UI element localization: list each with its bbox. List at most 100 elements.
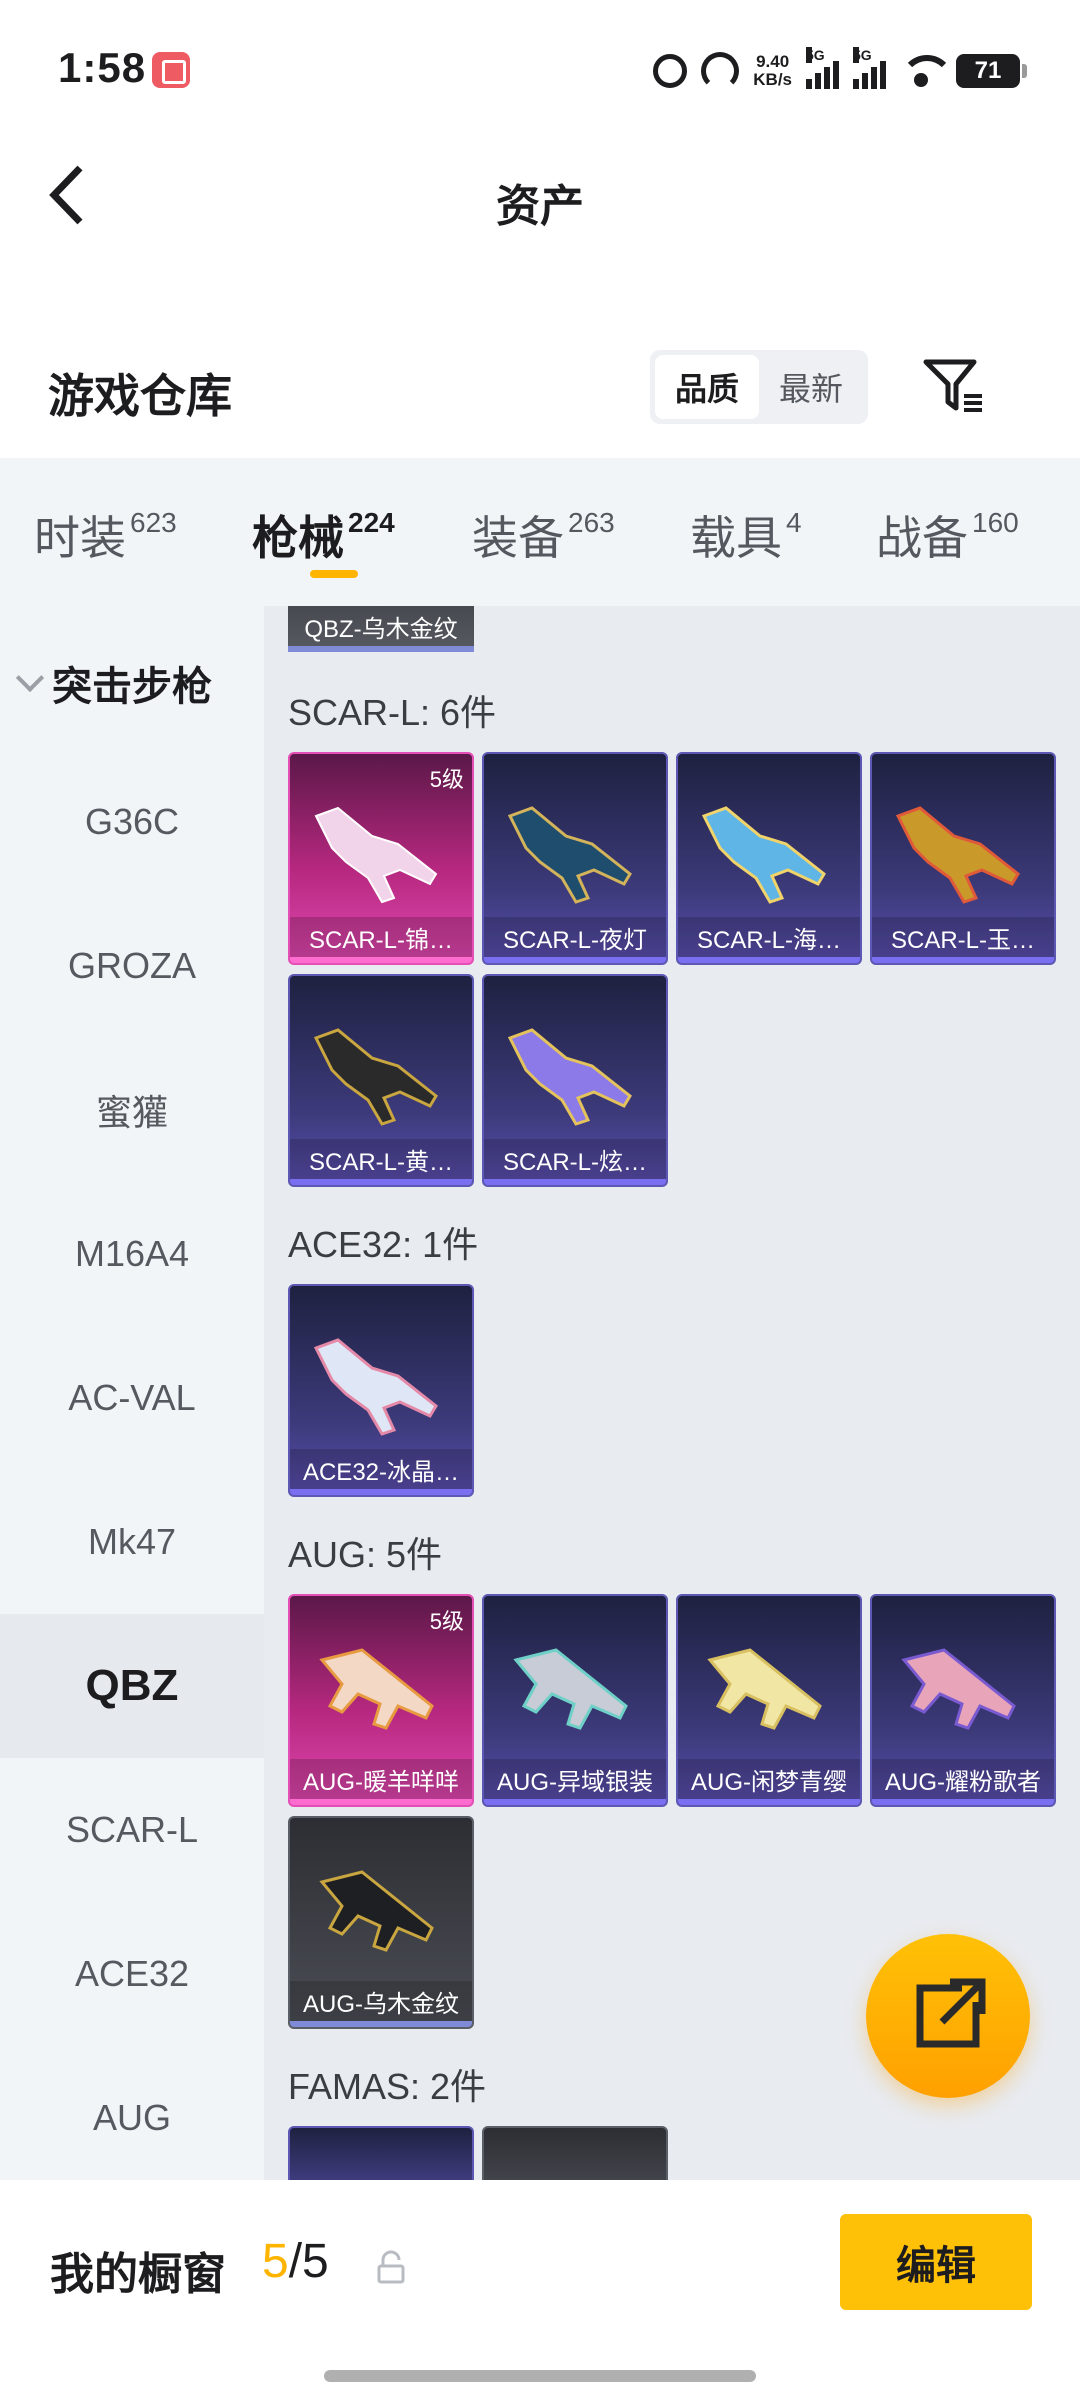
- weapon-name: SCAR-L-黄…: [290, 1139, 472, 1179]
- group-label-ace32: ACE32: 1件: [288, 1224, 479, 1265]
- status-icons: 9.40 KB/s 5G 5G 71: [653, 46, 1027, 96]
- share-icon: [916, 1978, 986, 2048]
- weapon-card[interactable]: AUG-闲梦青缨: [676, 1594, 862, 1807]
- weapon-card[interactable]: 5级 SCAR-L-锦…: [288, 752, 474, 965]
- filter-icon[interactable]: [922, 356, 986, 416]
- bullpup-rifle-icon: [901, 1648, 1016, 1730]
- weapon-name: AUG-乌木金纹: [290, 1981, 472, 2021]
- rarity-bar: [290, 1489, 472, 1495]
- category-tabs: 时装 623 枪械 224 装备 263 载具 4 战备 160: [0, 458, 1080, 606]
- weapon-card[interactable]: 5级 AUG-暖羊咩咩: [288, 1594, 474, 1807]
- sidebar-category[interactable]: 突击步枪: [15, 654, 212, 712]
- sidebar-item-honey-badger[interactable]: 蜜獾: [0, 1038, 264, 1182]
- weapon-card[interactable]: AUG-耀粉歌者: [870, 1594, 1056, 1807]
- tab-label: 载具: [690, 512, 782, 564]
- rarity-bar: [484, 1179, 666, 1185]
- app-notification-icon: [152, 52, 190, 88]
- showcase-count-total: 5: [302, 2235, 329, 2288]
- sort-quality-button[interactable]: 品质: [655, 355, 759, 419]
- weapon-card[interactable]: SCAR-L-玉…: [870, 752, 1056, 965]
- showcase-label: 我的橱窗: [50, 2250, 226, 2299]
- weapon-name: ACE32-冰晶…: [290, 1449, 472, 1489]
- edit-button[interactable]: 编辑: [840, 2214, 1032, 2310]
- weapon-card[interactable]: AUG-乌木金纹: [288, 1816, 474, 2029]
- sidebar-item-m16a4[interactable]: M16A4: [0, 1182, 264, 1326]
- status-time: 1:58: [58, 44, 147, 91]
- speed-unit: KB/s: [753, 70, 792, 89]
- weapon-name: SCAR-L-锦…: [290, 917, 472, 957]
- sidebar-item-ace32[interactable]: ACE32: [0, 1902, 264, 2046]
- active-tab-indicator: [310, 570, 358, 578]
- weapon-name: AUG-异域银装: [484, 1759, 666, 1799]
- tab-label: 时装: [34, 512, 126, 564]
- weapon-card[interactable]: [482, 2126, 668, 2180]
- rarity-bar: [484, 957, 666, 963]
- tab-label: 装备: [472, 512, 564, 564]
- showcase-bar: 我的橱窗 5/5 编辑: [0, 2180, 1080, 2400]
- sidebar-item-scar-l[interactable]: SCAR-L: [0, 1758, 264, 1902]
- weapon-card[interactable]: SCAR-L-海…: [676, 752, 862, 965]
- wifi-icon: [900, 53, 954, 89]
- bullpup-rifle-icon: [707, 1648, 822, 1730]
- network-type-1: 5G: [806, 47, 825, 63]
- rifle-icon: [895, 806, 1020, 904]
- group-label-scar-l: SCAR-L: 6件: [288, 692, 497, 733]
- group-label-aug: AUG: 5件: [288, 1534, 443, 1575]
- sidebar-item-ac-val[interactable]: AC-VAL: [0, 1326, 264, 1470]
- showcase-count: 5/5: [262, 2234, 329, 2289]
- weapon-name: SCAR-L-海…: [678, 917, 860, 957]
- weapon-card[interactable]: AUG-异域银装: [482, 1594, 668, 1807]
- sidebar-item-qbz[interactable]: QBZ: [0, 1614, 264, 1758]
- weapon-card[interactable]: SCAR-L-炫…: [482, 974, 668, 1187]
- sort-newest-button[interactable]: 最新: [759, 355, 863, 419]
- speedometer-icon: [701, 52, 740, 90]
- tab-supplies[interactable]: 战备 160: [876, 502, 1019, 568]
- weapon-name: AUG-暖羊咩咩: [290, 1759, 472, 1799]
- tab-count: 160: [972, 507, 1019, 538]
- sidebar-item-groza[interactable]: GROZA: [0, 894, 264, 1038]
- rarity-bar: [290, 1799, 472, 1805]
- sort-toggle: 品质 最新: [650, 350, 868, 424]
- rifle-icon: [314, 806, 438, 904]
- network-speed: 9.40 KB/s: [753, 53, 792, 89]
- rarity-bar: [290, 1179, 472, 1185]
- rifle-icon: [313, 1338, 438, 1436]
- rifle-icon: [313, 1028, 438, 1126]
- tab-weapons[interactable]: 枪械 224: [252, 502, 395, 568]
- weapon-card[interactable]: SCAR-L-黄…: [288, 974, 474, 1187]
- weapon-name: SCAR-L-玉…: [872, 917, 1054, 957]
- weapon-card[interactable]: [288, 2126, 474, 2180]
- rarity-bar: [872, 957, 1054, 963]
- weapon-name: SCAR-L-夜灯: [484, 917, 666, 957]
- tab-vehicles[interactable]: 载具 4: [690, 502, 802, 568]
- alarm-icon: [653, 54, 688, 88]
- level-badge: 5级: [429, 1609, 464, 1634]
- bullpup-rifle-icon: [319, 1648, 434, 1730]
- weapon-name: AUG-耀粉歌者: [872, 1759, 1054, 1799]
- signal-icon-1: 5G: [806, 47, 839, 89]
- level-badge: 5级: [429, 767, 464, 792]
- sidebar-item-aug[interactable]: AUG: [0, 2046, 264, 2190]
- tab-count: 623: [130, 507, 177, 538]
- weapon-type-sidebar: 突击步枪 G36C GROZA 蜜獾 M16A4 AC-VAL Mk47 QBZ…: [0, 606, 264, 2180]
- tab-label: 枪械: [252, 512, 344, 564]
- rarity-bar: [678, 1799, 860, 1805]
- tab-count: 4: [786, 507, 802, 538]
- rifle-icon: [507, 806, 632, 904]
- share-button[interactable]: [866, 1934, 1030, 2098]
- tab-fashion[interactable]: 时装 623: [34, 502, 177, 568]
- battery-icon: 71: [956, 54, 1027, 88]
- weapon-card[interactable]: ACE32-冰晶…: [288, 1284, 474, 1497]
- showcase-count-separator: /: [288, 2235, 303, 2288]
- sidebar-item-mk47[interactable]: Mk47: [0, 1470, 264, 1614]
- home-indicator[interactable]: [324, 2370, 756, 2382]
- sidebar-item-g36c[interactable]: G36C: [0, 750, 264, 894]
- lock-icon: [377, 2250, 405, 2284]
- rifle-icon: [701, 806, 826, 904]
- weapon-card[interactable]: SCAR-L-夜灯: [482, 752, 668, 965]
- weapon-card-partial[interactable]: QBZ-乌木金纹: [288, 606, 474, 652]
- bullpup-rifle-icon: [513, 1648, 628, 1730]
- warehouse-title: 游戏仓库: [48, 370, 232, 422]
- tab-count: 224: [348, 507, 395, 538]
- tab-equipment[interactable]: 装备 263: [472, 502, 615, 568]
